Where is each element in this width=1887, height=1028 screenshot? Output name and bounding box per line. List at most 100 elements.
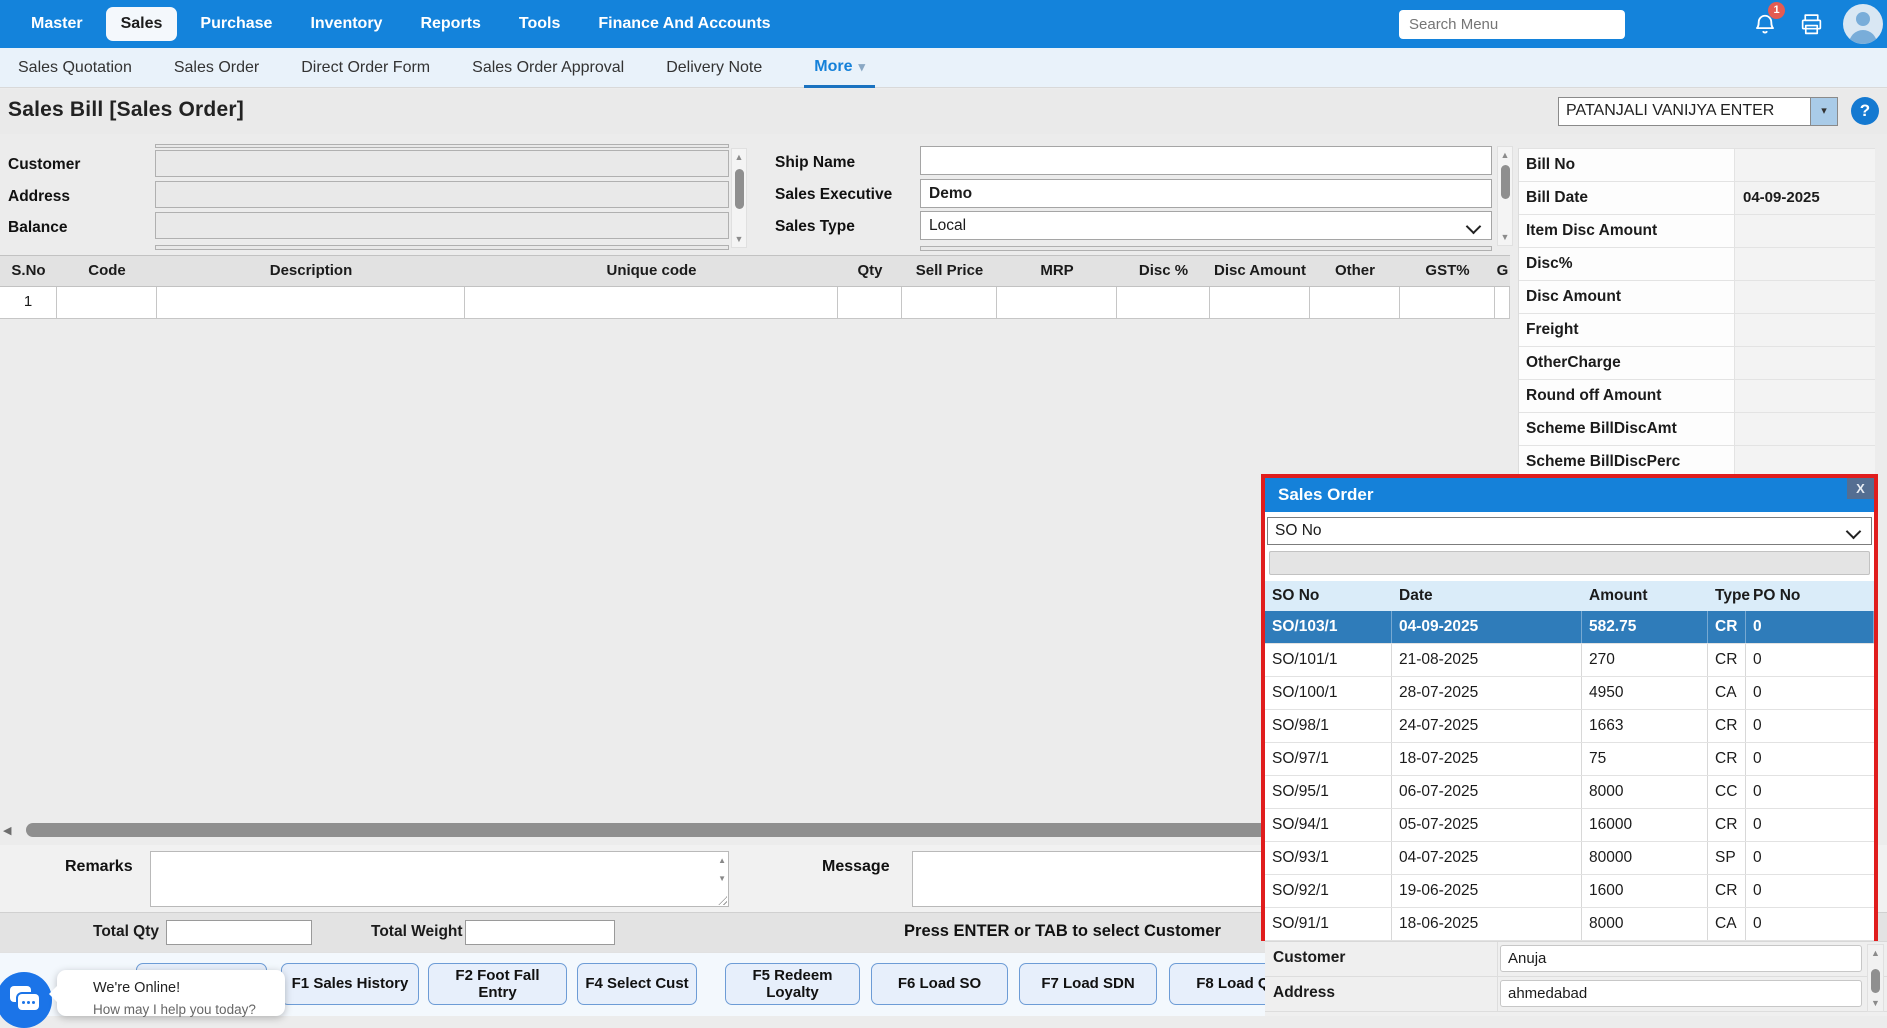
popup-row-so-94-1[interactable]: SO/94/1 05-07-2025 16000 CR 0 [1265,809,1874,842]
nav-tab-finance-and-accounts[interactable]: Finance And Accounts [583,7,785,41]
remarks-textarea[interactable]: ▲ ▼ [150,851,729,907]
summary-value[interactable] [1735,248,1875,280]
subnav-sales-order[interactable]: Sales Order [174,48,259,87]
summary-value[interactable] [1735,347,1875,379]
row1-cell-8[interactable] [1210,287,1310,318]
nav-tab-inventory[interactable]: Inventory [295,7,397,41]
nav-tab-sales[interactable]: Sales [105,7,178,41]
popup-cell: 0 [1753,750,1762,767]
footer-vertical-scrollbar[interactable]: ▲ ▼ [1867,944,1884,1012]
caret-down-icon[interactable]: ▾ [1810,98,1837,125]
popup-row-so-91-1[interactable]: SO/91/1 18-06-2025 8000 CA 0 [1265,908,1874,941]
row1-cell-0[interactable]: 1 [0,287,57,318]
row1-cell-11[interactable] [1495,287,1510,318]
company-selector[interactable]: PATANJALI VANIJYA ENTER ▾ [1558,97,1838,126]
vertical-scrollbar[interactable]: ▲ ▼ [1497,146,1513,246]
summary-value[interactable] [1735,413,1875,445]
popup-cell: 0 [1753,882,1762,899]
function-button-f2-foot-fall-entry[interactable]: F2 Foot Fall Entry [428,963,567,1005]
summary-value[interactable] [1735,281,1875,313]
vertical-scrollbar[interactable]: ▲ ▼ [731,148,747,248]
scroll-left-icon[interactable]: ◀ [3,824,11,837]
scroll-up-icon[interactable]: ▲ [1868,948,1883,958]
row1-cell-9[interactable] [1310,287,1400,318]
row1-cell-6[interactable] [997,287,1117,318]
footer-address-input[interactable]: ahmedabad [1500,980,1862,1007]
footer-address-label: Address [1273,984,1336,1001]
nav-tab-master[interactable]: Master [16,7,98,41]
nav-tab-purchase[interactable]: Purchase [185,7,287,41]
scrollbar-thumb[interactable] [735,169,744,209]
chevron-down-icon [1845,523,1862,540]
address-field[interactable] [155,181,729,208]
popup-cell: 0 [1753,849,1762,866]
function-button-f4-select-cust[interactable]: F4 Select Cust [577,963,697,1005]
resize-handle-icon[interactable] [717,895,727,905]
chat-tooltip[interactable]: We're Online! How may I help you today? [49,970,285,1017]
message-textarea[interactable] [912,851,1264,907]
subnav-delivery-note[interactable]: Delivery Note [666,48,762,87]
popup-row-so-103-1[interactable]: SO/103/1 04-09-2025 582.75 CR 0 [1265,611,1874,644]
popup-row-so-100-1[interactable]: SO/100/1 28-07-2025 4950 CA 0 [1265,677,1874,710]
scroll-down-icon[interactable]: ▼ [732,234,746,244]
subnav-more[interactable]: More ▾ [804,48,876,88]
row1-cell-3[interactable] [465,287,838,318]
search-input[interactable] [1399,10,1625,39]
popup-row-so-101-1[interactable]: SO/101/1 21-08-2025 270 CR 0 [1265,644,1874,677]
scroll-up-icon[interactable]: ▲ [718,856,726,865]
popup-row-so-98-1[interactable]: SO/98/1 24-07-2025 1663 CR 0 [1265,710,1874,743]
subnav-sales-quotation[interactable]: Sales Quotation [18,48,132,87]
popup-row-so-92-1[interactable]: SO/92/1 19-06-2025 1600 CR 0 [1265,875,1874,908]
scroll-down-icon[interactable]: ▼ [1868,998,1883,1008]
nav-tab-reports[interactable]: Reports [405,7,495,41]
scroll-up-icon[interactable]: ▲ [732,152,746,162]
help-icon[interactable]: ? [1851,97,1879,125]
row1-cell-2[interactable] [157,287,465,318]
summary-value[interactable] [1735,149,1875,181]
line-items-row-1[interactable]: 1 [0,287,1510,319]
summary-value[interactable] [1735,215,1875,247]
summary-value[interactable] [1735,380,1875,412]
row1-cell-1[interactable] [57,287,157,318]
ship-name-field[interactable] [920,146,1492,175]
balance-field[interactable] [155,212,729,239]
column-header-description: Description [269,262,353,279]
subnav-direct-order-form[interactable]: Direct Order Form [301,48,430,87]
scroll-up-icon[interactable]: ▲ [1498,150,1512,160]
popup-filter-select[interactable]: SO No [1267,517,1872,545]
scrollbar-thumb[interactable] [1501,165,1510,199]
sales-type-field[interactable]: Local [920,211,1492,240]
total-qty-input[interactable] [166,920,312,945]
popup-row-so-93-1[interactable]: SO/93/1 04-07-2025 80000 SP 0 [1265,842,1874,875]
row1-cell-4[interactable] [838,287,902,318]
popup-row-so-97-1[interactable]: SO/97/1 18-07-2025 75 CR 0 [1265,743,1874,776]
summary-value[interactable]: 04-09-2025 [1735,182,1875,214]
function-button-f7-load-sdn[interactable]: F7 Load SDN [1019,963,1157,1005]
footer-customer-input[interactable]: Anuja [1500,945,1862,972]
scroll-down-icon[interactable]: ▼ [1498,232,1512,242]
close-icon[interactable]: X [1847,478,1874,499]
row1-cell-5[interactable] [902,287,997,318]
row1-cell-7[interactable] [1117,287,1210,318]
popup-cell: 18-06-2025 [1392,908,1582,940]
print-icon[interactable] [1798,12,1825,37]
chat-launcher-icon[interactable] [0,972,52,1028]
column-header-sell-price: Sell Price [915,262,984,279]
function-button-f5-redeem-loyalty[interactable]: F5 Redeem Loyalty [725,963,860,1005]
total-weight-input[interactable] [465,920,615,945]
popup-cell: SO/100/1 [1265,677,1392,709]
subnav-sales-order-approval[interactable]: Sales Order Approval [472,48,624,87]
customer-field[interactable] [155,150,729,177]
function-button-f1-sales-history[interactable]: F1 Sales History [281,963,419,1005]
summary-value[interactable] [1735,314,1875,346]
function-button-f6-load-so[interactable]: F6 Load SO [871,963,1008,1005]
scroll-down-icon[interactable]: ▼ [718,874,726,883]
row1-cell-10[interactable] [1400,287,1495,318]
popup-row-so-95-1[interactable]: SO/95/1 06-07-2025 8000 CC 0 [1265,776,1874,809]
sales-executive-field[interactable]: Demo [920,178,1492,208]
popup-cell: SO/93/1 [1265,842,1392,874]
popup-search-input[interactable] [1269,551,1870,575]
user-avatar[interactable] [1843,4,1883,44]
nav-tab-tools[interactable]: Tools [504,7,575,41]
footer-scrollbar-thumb[interactable] [1871,969,1880,993]
